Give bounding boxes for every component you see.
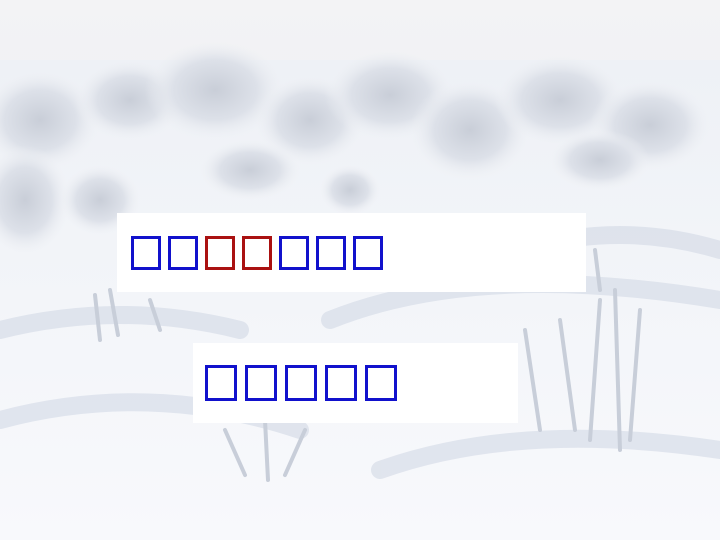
text-line-2 (193, 343, 518, 423)
missing-glyph-box (285, 365, 317, 401)
missing-glyph-box (131, 235, 161, 270)
text-line-1 (117, 213, 586, 292)
missing-glyph-box (365, 365, 397, 401)
missing-glyph-box (353, 235, 383, 270)
missing-glyph-box (205, 235, 235, 270)
missing-glyph-box (316, 235, 346, 270)
missing-glyph-box (279, 235, 309, 270)
missing-glyph-box (168, 235, 198, 270)
missing-glyph-box (245, 365, 277, 401)
missing-glyph-box (242, 235, 272, 270)
missing-glyph-box (205, 365, 237, 401)
missing-glyph-box (325, 365, 357, 401)
